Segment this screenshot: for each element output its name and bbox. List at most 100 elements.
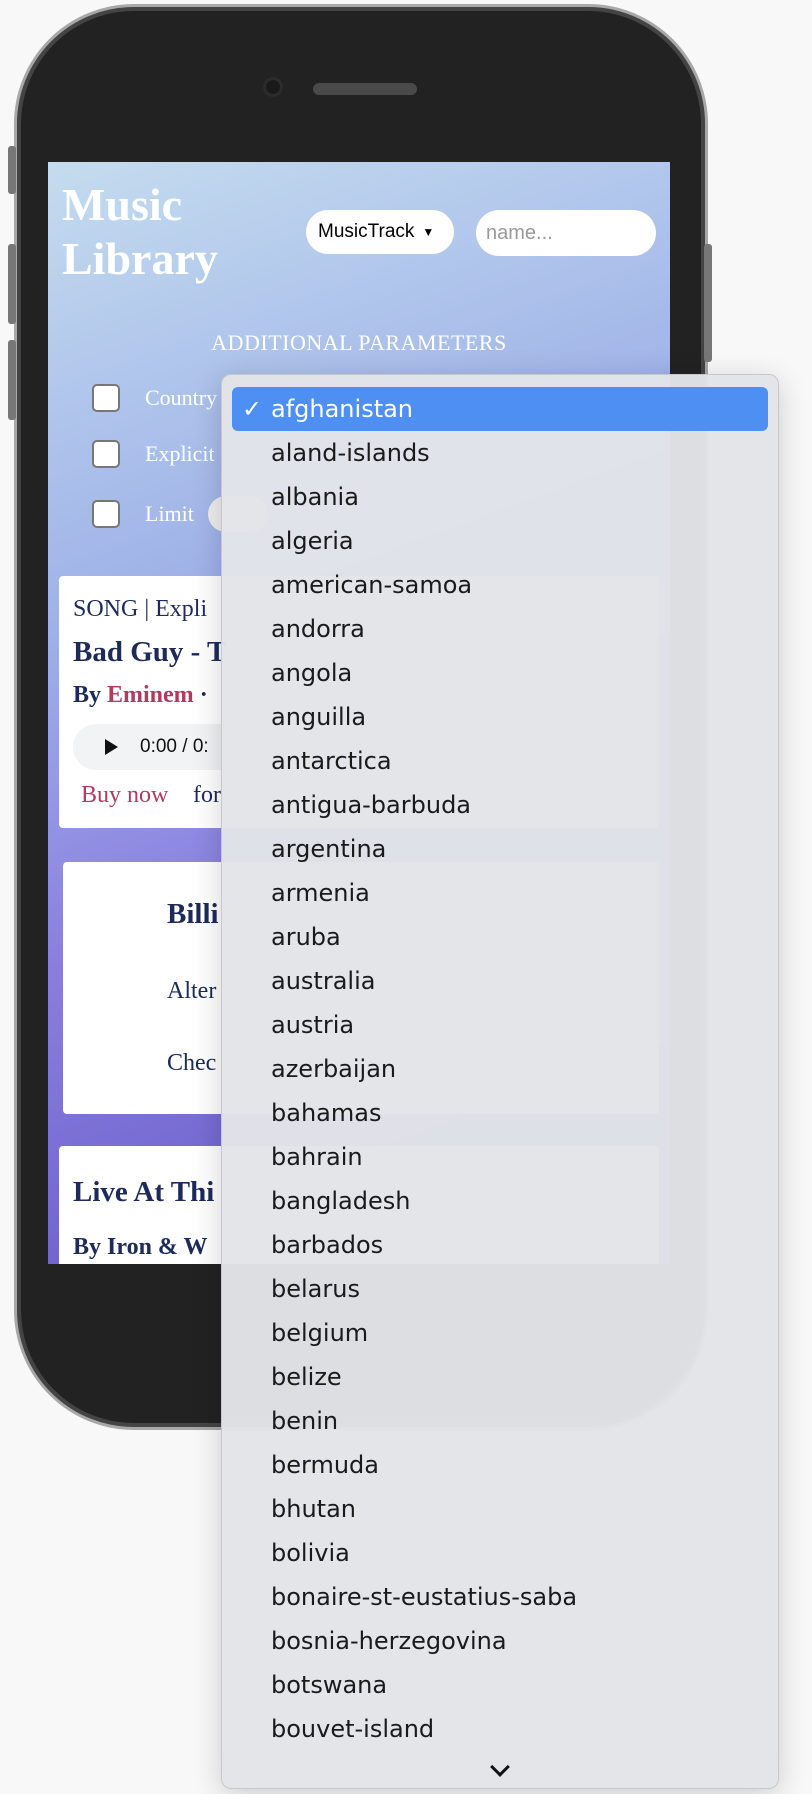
speaker-grille <box>313 83 417 95</box>
country-option[interactable]: bhutan <box>232 1487 768 1531</box>
country-option[interactable]: austria <box>232 1003 768 1047</box>
limit-label: Limit <box>145 501 194 526</box>
country-option-label: algeria <box>271 527 354 555</box>
explicit-label: Explicit <box>145 441 215 466</box>
country-option-label: benin <box>271 1407 339 1435</box>
country-option-label: belize <box>271 1363 342 1391</box>
country-option-label: bermuda <box>271 1451 379 1479</box>
country-option-label: armenia <box>271 879 370 907</box>
country-option-label: aruba <box>271 923 341 951</box>
price-prefix: for <box>193 782 221 808</box>
country-dropdown-popup[interactable]: ✓ afghanistan aland-islands albania algeria a… <box>221 374 779 1789</box>
country-option-label: botswana <box>271 1671 388 1699</box>
country-option[interactable]: antigua-barbuda <box>232 783 768 827</box>
limit-checkbox[interactable] <box>92 500 120 528</box>
country-checkbox[interactable] <box>92 384 120 412</box>
volume-down-button <box>8 340 16 420</box>
media-type-value: MusicTrack <box>318 221 415 242</box>
country-option-label: belarus <box>271 1275 360 1303</box>
country-option[interactable]: algeria <box>232 519 768 563</box>
country-option-label: bouvet-island <box>271 1715 435 1743</box>
country-option-label: australia <box>271 967 376 995</box>
country-option-label: anguilla <box>271 703 367 731</box>
country-option[interactable]: botswana <box>232 1663 768 1707</box>
volume-up-button <box>8 244 16 324</box>
media-type-select[interactable]: MusicTrack ▼ <box>306 210 454 254</box>
mute-switch <box>8 146 16 194</box>
country-option-label: albania <box>271 483 359 511</box>
artist-check-link[interactable]: Chec <box>167 1050 216 1077</box>
country-option-label: aland-islands <box>271 439 430 467</box>
audio-time: 0:00 / 0: <box>140 736 209 757</box>
country-option[interactable]: bonaire-st-eustatius-saba <box>232 1575 768 1619</box>
page-title: Music Library <box>62 179 218 284</box>
country-option[interactable]: armenia <box>232 871 768 915</box>
country-option[interactable]: ✓ afghanistan <box>232 387 768 431</box>
country-option[interactable]: argentina <box>232 827 768 871</box>
separator-dot: · <box>199 682 208 708</box>
country-option[interactable]: bosnia-herzegovina <box>232 1619 768 1663</box>
play-icon[interactable] <box>105 739 118 755</box>
artist-link[interactable]: Eminem <box>107 682 194 708</box>
by-label: By <box>73 682 102 708</box>
country-option-list: ✓ afghanistan aland-islands albania algeria a… <box>232 387 768 1751</box>
album-title: Live At Thi <box>73 1176 215 1208</box>
country-option[interactable]: bouvet-island <box>232 1707 768 1751</box>
country-option[interactable]: azerbaijan <box>232 1047 768 1091</box>
country-option[interactable]: australia <box>232 959 768 1003</box>
country-label: Country <box>145 385 218 410</box>
country-option[interactable]: bahamas <box>232 1091 768 1135</box>
country-option-label: bahamas <box>271 1099 382 1127</box>
country-option-label: azerbaijan <box>271 1055 397 1083</box>
country-option-label: barbados <box>271 1231 384 1259</box>
country-option[interactable]: aland-islands <box>232 431 768 475</box>
country-option[interactable]: barbados <box>232 1223 768 1267</box>
track-byline: By Eminem · <box>73 682 208 709</box>
country-option[interactable]: antarctica <box>232 739 768 783</box>
country-option[interactable]: aruba <box>232 915 768 959</box>
checkmark-icon: ✓ <box>242 395 263 423</box>
country-option-label: angola <box>271 659 353 687</box>
country-option-label: antarctica <box>271 747 392 775</box>
country-option-label: andorra <box>271 615 365 643</box>
explicit-checkbox[interactable] <box>92 440 120 468</box>
country-option-label: afghanistan <box>271 395 414 423</box>
country-option-label: american-samoa <box>271 571 473 599</box>
country-option-label: bangladesh <box>271 1187 411 1215</box>
country-option[interactable]: bahrain <box>232 1135 768 1179</box>
track-meta: SONG | Expli <box>73 596 208 622</box>
param-country-row: Country <box>92 384 217 412</box>
artist-genre: Alter <box>167 978 217 1004</box>
country-option-label: bahrain <box>271 1143 363 1171</box>
search-input[interactable]: name... <box>476 210 656 256</box>
country-option[interactable]: belize <box>232 1355 768 1399</box>
country-option[interactable]: benin <box>232 1399 768 1443</box>
country-option[interactable]: anguilla <box>232 695 768 739</box>
country-option-label: bonaire-st-eustatius-saba <box>271 1583 578 1611</box>
camera-icon <box>263 77 283 97</box>
country-option-label: antigua-barbuda <box>271 791 472 819</box>
track-title: Bad Guy - T <box>73 636 227 668</box>
country-option-label: bhutan <box>271 1495 356 1523</box>
search-placeholder: name... <box>486 222 553 244</box>
country-option-label: bolivia <box>271 1539 350 1567</box>
country-option-label: austria <box>271 1011 355 1039</box>
country-option[interactable]: bermuda <box>232 1443 768 1487</box>
power-button <box>704 244 712 362</box>
country-option[interactable]: angola <box>232 651 768 695</box>
scroll-down-chevron-icon[interactable] <box>222 1757 778 1778</box>
country-option-label: argentina <box>271 835 387 863</box>
param-explicit-row: Explicit <box>92 440 215 468</box>
country-option[interactable]: bolivia <box>232 1531 768 1575</box>
chevron-down-icon: ▼ <box>422 225 435 239</box>
country-option[interactable]: andorra <box>232 607 768 651</box>
country-option[interactable]: american-samoa <box>232 563 768 607</box>
country-option[interactable]: belgium <box>232 1311 768 1355</box>
country-option-label: belgium <box>271 1319 369 1347</box>
country-option[interactable]: bangladesh <box>232 1179 768 1223</box>
country-option[interactable]: albania <box>232 475 768 519</box>
buy-now-link[interactable]: Buy now <box>81 782 168 809</box>
artist-name: Billi <box>167 898 219 930</box>
country-option[interactable]: belarus <box>232 1267 768 1311</box>
params-heading: ADDITIONAL PARAMETERS <box>211 330 507 355</box>
